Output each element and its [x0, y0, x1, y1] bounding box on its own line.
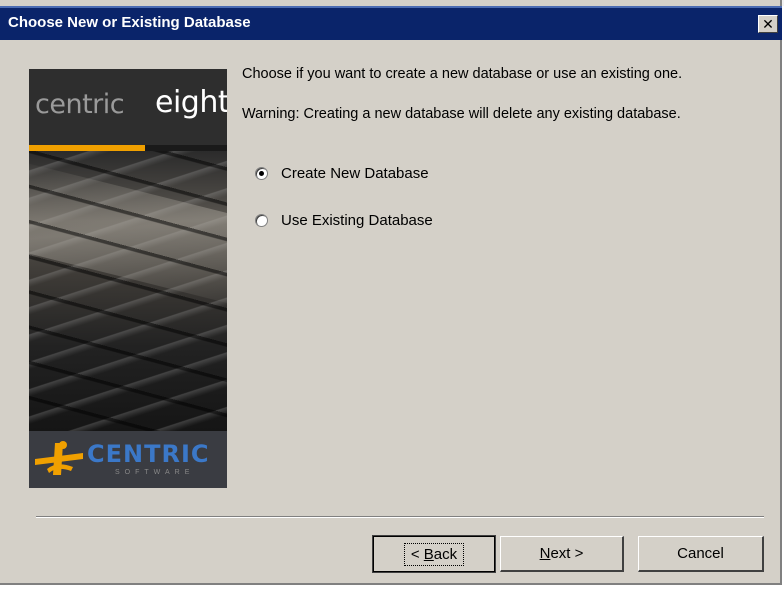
- software-wordmark: SOFTWARE: [115, 469, 195, 476]
- instruction-text: Choose if you want to create a new datab…: [242, 66, 683, 82]
- close-button[interactable]: ✕: [758, 15, 778, 33]
- back-rest: ack: [433, 545, 458, 563]
- brand-word-eight: eight: [155, 85, 227, 120]
- window-title: Choose New or Existing Database: [8, 14, 251, 31]
- next-button-label: Next >: [540, 545, 584, 562]
- close-icon: ✕: [762, 16, 774, 32]
- back-prefix: <: [410, 545, 424, 563]
- product-banner-image: centric eight CENTRIC SOFTWARE: [29, 69, 227, 488]
- next-button[interactable]: Next >: [500, 536, 624, 572]
- back-button-label: < Back: [403, 542, 465, 566]
- title-bar[interactable]: Choose New or Existing Database ✕: [0, 6, 782, 40]
- next-rest: ext >: [550, 545, 584, 562]
- brand-word-centric: centric: [35, 89, 125, 120]
- photo-lines: [29, 151, 227, 431]
- setup-dialog: Choose New or Existing Database ✕ centri…: [0, 0, 782, 585]
- centric-logo-icon: [35, 441, 83, 475]
- create-new-database-option[interactable]: Create New Database: [255, 165, 429, 182]
- banner-footer: CENTRIC SOFTWARE: [29, 431, 227, 488]
- centric-wordmark: CENTRIC: [87, 440, 210, 468]
- use-existing-database-option[interactable]: Use Existing Database: [255, 212, 433, 229]
- separator: [36, 516, 764, 518]
- radio-label-create-new: Create New Database: [281, 165, 429, 182]
- radio-create-new[interactable]: [255, 167, 268, 180]
- next-mnemonic: N: [539, 545, 551, 562]
- radio-label-use-existing: Use Existing Database: [281, 212, 433, 229]
- cancel-button[interactable]: Cancel: [638, 536, 764, 572]
- banner-logo-area: centric eight: [29, 69, 227, 145]
- back-mnemonic: B: [423, 545, 434, 563]
- cancel-button-label: Cancel: [677, 545, 724, 562]
- banner-photo: [29, 151, 227, 431]
- back-button[interactable]: < Back: [372, 535, 496, 573]
- warning-text: Warning: Creating a new database will de…: [242, 106, 681, 122]
- radio-use-existing[interactable]: [255, 214, 268, 227]
